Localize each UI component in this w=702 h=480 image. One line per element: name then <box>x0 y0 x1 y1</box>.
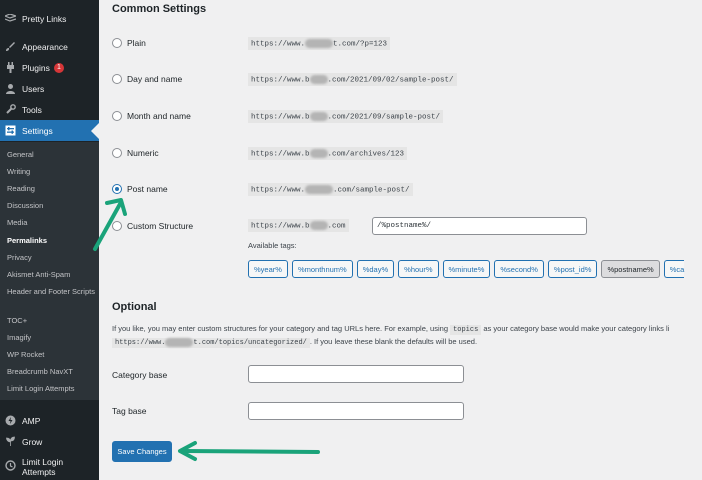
save-changes-button[interactable]: Save Changes <box>112 441 172 462</box>
update-count-badge: 1 <box>53 62 64 73</box>
menu-pretty-links[interactable]: Pretty Links <box>0 8 99 29</box>
option-label: Custom Structure <box>127 221 194 231</box>
optional-description-line1: If you like, you may enter custom struct… <box>112 324 670 335</box>
category-base-label: Category base <box>112 370 168 380</box>
menu-plugins[interactable]: Plugins 1 <box>0 57 99 78</box>
menu-label: AMP <box>22 415 41 426</box>
amp-icon <box>4 415 16 427</box>
tag-postname-button[interactable]: %postname% <box>601 260 660 278</box>
submenu-discussion[interactable]: Discussion <box>7 201 95 211</box>
users-icon <box>4 83 16 95</box>
radio-day-and-name[interactable]: Day and name <box>112 74 182 84</box>
permalink-example-post-name: https://www. .com/sample-post/ <box>248 183 413 197</box>
admin-sidebar: Pretty Links Appearance Plugins 1 Users … <box>0 0 99 480</box>
tag-base-label: Tag base <box>112 406 147 416</box>
common-settings-heading: Common Settings <box>112 3 207 15</box>
active-menu-pointer <box>91 123 99 139</box>
submenu-header-footer-scripts[interactable]: Header and Footer Scripts <box>7 287 95 297</box>
submenu-reading[interactable]: Reading <box>7 184 95 194</box>
radio-post-name[interactable]: Post name <box>112 184 168 194</box>
option-label: Plain <box>127 38 146 48</box>
submenu-toc[interactable]: TOC+ <box>7 316 95 326</box>
category-base-input[interactable] <box>248 365 464 383</box>
radio-button[interactable] <box>112 221 122 231</box>
menu-label: Grow <box>22 436 43 447</box>
pretty-links-icon <box>4 13 16 25</box>
tag-hour-button[interactable]: %hour% <box>398 260 439 278</box>
radio-button[interactable] <box>112 74 122 84</box>
permalink-example-numeric: https://www.b .com/archives/123 <box>248 147 408 161</box>
radio-button[interactable] <box>112 184 122 194</box>
tag-day-button[interactable]: %day% <box>356 260 395 278</box>
permalink-example-month-and-name: https://www.b .com/2021/09/sample-post/ <box>248 110 444 124</box>
paintbrush-icon <box>4 41 16 53</box>
menu-label: Pretty Links <box>22 13 67 24</box>
settings-icon <box>4 125 16 137</box>
menu-label: Users <box>22 83 45 94</box>
submenu-permalinks[interactable]: Permalinks <box>7 236 95 246</box>
tag-post-id-button[interactable]: %post_id% <box>547 260 598 278</box>
submenu-privacy[interactable]: Privacy <box>7 253 95 263</box>
radio-numeric[interactable]: Numeric <box>112 148 159 158</box>
menu-appearance[interactable]: Appearance <box>0 36 99 57</box>
tag-monthnum-button[interactable]: %monthnum% <box>291 260 353 278</box>
wrench-icon <box>4 104 16 116</box>
submenu-imagify[interactable]: Imagify <box>7 333 95 343</box>
option-label: Numeric <box>127 148 159 158</box>
option-label: Month and name <box>127 111 191 121</box>
main-content: Common Settings Plain https://www. t.com/… <box>99 0 702 480</box>
menu-label: Limit Login Attempts <box>22 457 64 477</box>
optional-description-line2: https://www. t.com/topics/uncategorized/.… <box>112 337 477 348</box>
submenu-limit-login[interactable]: Limit Login Attempts <box>7 384 95 394</box>
menu-label: Tools <box>22 104 42 115</box>
plugin-icon <box>4 62 16 74</box>
optional-heading: Optional <box>112 301 157 313</box>
menu-limit-login-attempts[interactable]: Limit Login Attempts <box>0 455 99 479</box>
submenu-general[interactable]: General <box>7 150 95 160</box>
menu-amp[interactable]: AMP <box>0 410 99 431</box>
menu-label: Plugins <box>22 62 50 73</box>
tag-year-button[interactable]: %year% <box>248 260 288 278</box>
menu-users[interactable]: Users <box>0 78 99 99</box>
menu-label: Appearance <box>22 41 68 52</box>
submenu-media[interactable]: Media <box>7 218 95 228</box>
available-tags-list: %year% %monthnum% %day% %hour% %minute% … <box>248 260 685 278</box>
limit-login-icon <box>4 459 16 471</box>
custom-structure-prefix: https://www.b .com <box>248 219 349 233</box>
radio-month-and-name[interactable]: Month and name <box>112 111 191 121</box>
menu-grow[interactable]: Grow <box>0 431 99 452</box>
radio-custom-structure[interactable]: Custom Structure <box>112 221 193 231</box>
submenu-breadcrumb-navxt[interactable]: Breadcrumb NavXT <box>7 367 95 377</box>
tag-base-input[interactable] <box>248 402 464 420</box>
option-label: Day and name <box>127 74 183 84</box>
submenu-akismet[interactable]: Akismet Anti-Spam <box>7 270 95 280</box>
submenu-wp-rocket[interactable]: WP Rocket <box>7 350 95 360</box>
tag-minute-button[interactable]: %minute% <box>442 260 491 278</box>
settings-submenu: General Writing Reading Discussion Media… <box>0 142 99 400</box>
option-label: Post name <box>127 184 168 194</box>
radio-button[interactable] <box>112 111 122 121</box>
tag-second-button[interactable]: %second% <box>494 260 544 278</box>
available-tags-label: Available tags: <box>248 241 297 250</box>
radio-button[interactable] <box>112 38 122 48</box>
menu-tools[interactable]: Tools <box>0 99 99 120</box>
submenu-writing[interactable]: Writing <box>7 167 95 177</box>
menu-label: Settings <box>22 125 53 136</box>
tag-category-button[interactable]: %ca <box>663 260 685 278</box>
menu-settings[interactable]: Settings <box>0 120 99 141</box>
permalink-example-day-and-name: https://www.b .com/2021/09/02/sample-post… <box>248 73 457 87</box>
permalink-example-plain: https://www. t.com/?p=123 <box>248 37 391 51</box>
radio-button[interactable] <box>112 148 122 158</box>
custom-structure-input[interactable]: /%postname%/ <box>372 217 587 235</box>
radio-plain[interactable]: Plain <box>112 38 146 48</box>
grow-icon <box>4 436 16 448</box>
